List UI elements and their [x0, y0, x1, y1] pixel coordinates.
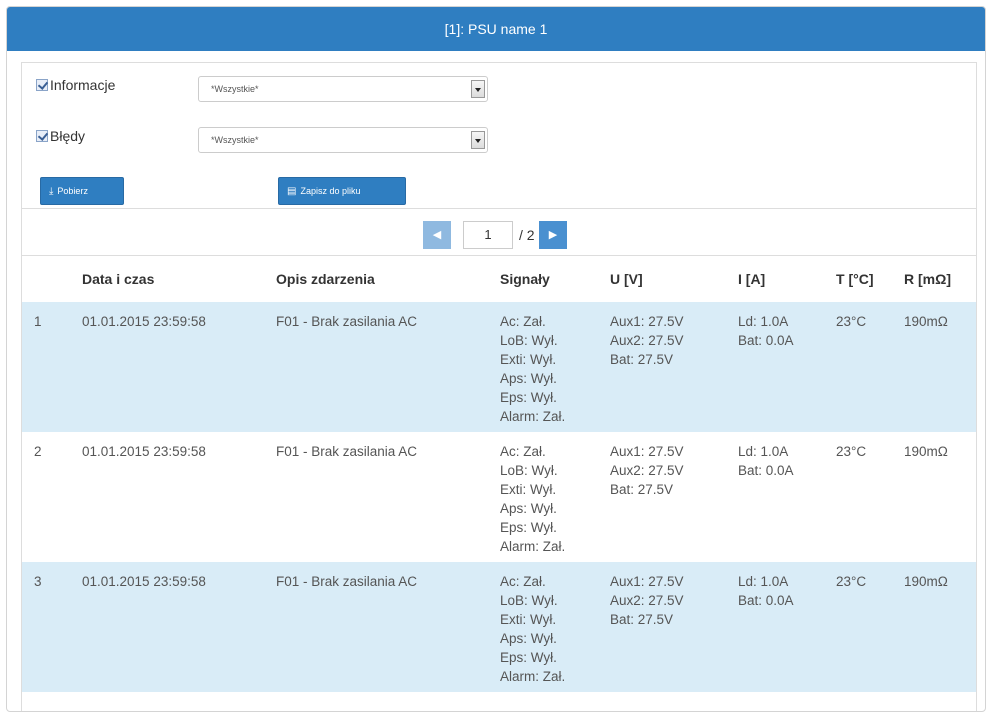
col-datetime: Data i czas — [82, 271, 155, 287]
cell-voltage-line: Bat: 27.5V — [610, 612, 674, 627]
col-resistance: R [mΩ] — [904, 271, 951, 287]
col-temperature: T [°C] — [836, 271, 874, 287]
cell-voltage-line: Aux2: 27.5V — [610, 463, 684, 478]
cell-description: F01 - Brak zasilania AC — [276, 302, 500, 432]
cell-current-line: Ld: 1.0A — [738, 574, 789, 589]
cell-signals-line: Exti: Wył. — [500, 612, 557, 627]
chevron-left-icon[interactable]: ◀ — [423, 221, 451, 249]
cell-description: F01 - Brak zasilania AC — [276, 444, 418, 459]
cell-signals: Ac: Zał. LoB: Wył. Exti: Wył. Aps: Wył. Eps:… — [500, 302, 610, 432]
cell-current-line: Bat: 0.0A — [738, 593, 794, 608]
cell-signals-line: Alarm: Zał. — [500, 669, 566, 684]
errors-select[interactable]: *Wszystkie* — [198, 127, 488, 153]
col-number — [22, 256, 82, 302]
filter-row-errors: Błędy — [36, 124, 85, 148]
cell-number: 2 — [34, 444, 42, 459]
info-select-value: *Wszystkie* — [211, 84, 259, 94]
cell-signals-line: Alarm: Zał. — [500, 539, 566, 554]
cell-voltage: Aux1: 27.5V Aux2: 27.5V Bat: 27.5V — [610, 432, 738, 562]
cell-number: 3 — [22, 562, 82, 692]
cell-signals: Ac: Zał. LoB: Wył. Exti: Wył. Aps: Wył. Eps:… — [500, 562, 610, 692]
info-checkbox[interactable] — [36, 79, 48, 91]
cell-voltage-line: Aux2: 27.5V — [610, 593, 684, 608]
errors-select-value: *Wszystkie* — [211, 135, 259, 145]
panel-title: [1]: PSU name 1 — [7, 7, 985, 51]
cell-voltage-line: Bat: 27.5V — [610, 352, 674, 367]
col-current: I [A] — [738, 271, 766, 287]
cell-signals-line: Exti: Wył. — [500, 482, 557, 497]
cell-signals-line: Ac: Zał. — [500, 314, 546, 329]
pagination: ◀ 1 / 2 ▶ — [22, 208, 976, 256]
cell-current-line: Ld: 1.0A — [738, 314, 789, 329]
cell-signals-line: Aps: Wył. — [500, 371, 557, 386]
cell-voltage: Aux1: 27.5V Aux2: 27.5V Bat: 27.5V — [610, 302, 738, 432]
cell-signals-line: LoB: Wył. — [500, 463, 558, 478]
cell-signals-line: Ac: Zał. — [500, 574, 546, 589]
cell-resistance: 190mΩ — [904, 562, 976, 692]
filter-row-info: Informacje — [36, 73, 115, 97]
cell-current-line: Ld: 1.0A — [738, 444, 789, 459]
save-to-file-button[interactable]: ▤ Zapisz do pliku — [278, 177, 406, 205]
cell-datetime: 01.01.2015 23:59:58 — [82, 302, 276, 432]
download-icon: ⤓ — [49, 185, 54, 197]
cell-temperature: 23°C — [836, 562, 904, 692]
event-log-container: Informacje *Wszystkie* Błędy *Wszystkie*… — [21, 62, 977, 711]
table-header-row: Data i czas Opis zdarzenia Signały U [V]… — [22, 256, 976, 302]
info-select[interactable]: *Wszystkie* — [198, 76, 488, 102]
cell-voltage-line: Aux1: 27.5V — [610, 314, 684, 329]
cell-signals-line: Eps: Wył. — [500, 390, 557, 405]
cell-current-line: Bat: 0.0A — [738, 333, 794, 348]
cell-signals-line: Exti: Wył. — [500, 352, 557, 367]
save-file-icon: ▤ — [287, 185, 297, 197]
cell-temperature: 23°C — [836, 302, 904, 432]
cell-signals-line: Eps: Wył. — [500, 650, 557, 665]
cell-signals-line: LoB: Wył. — [500, 333, 558, 348]
cell-current: Ld: 1.0A Bat: 0.0A — [738, 432, 836, 562]
table-row[interactable]: 3 01.01.2015 23:59:58 F01 - Brak zasilania… — [22, 562, 976, 692]
errors-checkbox[interactable] — [36, 130, 48, 142]
cell-current-line: Bat: 0.0A — [738, 463, 794, 478]
cell-signals-line: Ac: Zał. — [500, 444, 546, 459]
events-table: Data i czas Opis zdarzenia Signały U [V]… — [22, 256, 976, 692]
cell-signals-line: Aps: Wył. — [500, 631, 557, 646]
chevron-down-icon[interactable] — [471, 80, 485, 98]
cell-description: F01 - Brak zasilania AC — [276, 562, 500, 692]
cell-current: Ld: 1.0A Bat: 0.0A — [738, 302, 836, 432]
cell-voltage-line: Aux1: 27.5V — [610, 444, 684, 459]
table-row[interactable]: 2 01.01.2015 23:59:58 F01 - Brak zasilania… — [22, 432, 976, 562]
cell-number: 1 — [22, 302, 82, 432]
col-voltage: U [V] — [610, 271, 643, 287]
cell-resistance: 190mΩ — [904, 302, 976, 432]
cell-temperature: 23°C — [836, 444, 867, 459]
errors-label: Błędy — [50, 128, 86, 144]
cell-voltage-line: Aux1: 27.5V — [610, 574, 684, 589]
info-label: Informacje — [50, 77, 116, 93]
col-description: Opis zdarzenia — [276, 271, 375, 287]
cell-current: Ld: 1.0A Bat: 0.0A — [738, 562, 836, 692]
download-button[interactable]: ⤓ Pobierz — [40, 177, 124, 205]
cell-datetime: 01.01.2015 23:59:58 — [82, 444, 206, 459]
cell-datetime: 01.01.2015 23:59:58 — [82, 562, 276, 692]
chevron-down-icon[interactable] — [471, 131, 485, 149]
download-button-label: Pobierz — [57, 186, 88, 196]
col-signals: Signały — [500, 271, 550, 287]
page-total: / 2 — [519, 227, 535, 243]
cell-resistance: 190mΩ — [904, 444, 948, 459]
save-button-label: Zapisz do pliku — [300, 186, 361, 196]
page-input[interactable]: 1 — [463, 221, 513, 249]
cell-voltage-line: Bat: 27.5V — [610, 482, 674, 497]
cell-signals-line: LoB: Wył. — [500, 593, 558, 608]
cell-signals-line: Aps: Wył. — [500, 501, 557, 516]
cell-signals-line: Alarm: Zał. — [500, 409, 566, 424]
cell-voltage-line: Aux2: 27.5V — [610, 333, 684, 348]
cell-voltage: Aux1: 27.5V Aux2: 27.5V Bat: 27.5V — [610, 562, 738, 692]
chevron-right-icon[interactable]: ▶ — [539, 221, 567, 249]
table-row[interactable]: 1 01.01.2015 23:59:58 F01 - Brak zasilania… — [22, 302, 976, 432]
filters-section: Informacje *Wszystkie* Błędy *Wszystkie*… — [22, 63, 976, 208]
cell-signals: Ac: Zał. LoB: Wył. Exti: Wył. Aps: Wył. Eps:… — [500, 432, 610, 562]
psu-panel: [1]: PSU name 1 Informacje *Wszystkie* B… — [6, 6, 986, 712]
cell-signals-line: Eps: Wył. — [500, 520, 557, 535]
